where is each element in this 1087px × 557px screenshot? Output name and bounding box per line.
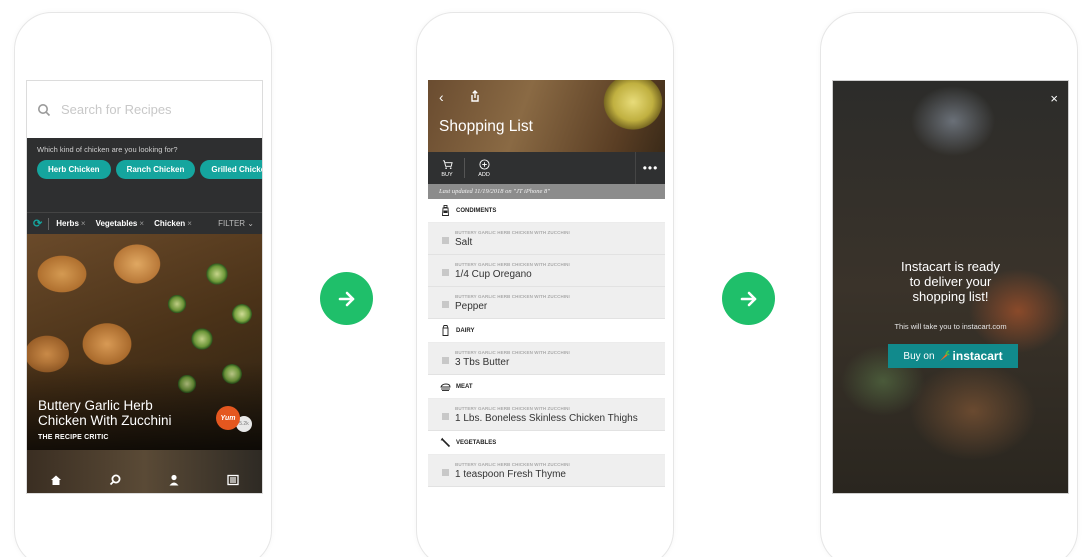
carrot-icon — [440, 437, 451, 448]
bottle-icon — [442, 205, 449, 216]
back-icon[interactable]: ‹ — [439, 89, 444, 105]
last-updated: Last updated 11/19/2018 on "JT iPhone 8" — [428, 184, 665, 199]
instacart-carrot-icon — [939, 350, 950, 361]
more-options-icon[interactable]: ••• — [635, 152, 665, 184]
list-icon[interactable] — [226, 473, 240, 487]
category-dairy: DAIRY — [428, 319, 665, 343]
chip-herb-chicken[interactable]: Herb Chicken — [37, 160, 111, 179]
next-arrow-button — [722, 272, 775, 325]
cart-icon — [442, 159, 453, 169]
item-recipe: BUTTERY GARLIC HERB CHICKEN WITH ZUCCHIN… — [455, 461, 570, 467]
close-icon[interactable]: × — [1050, 91, 1058, 106]
list-item[interactable]: BUTTERY GARLIC HERB CHICKEN WITH ZUCCHIN… — [428, 255, 665, 287]
arrow-right-icon — [338, 291, 354, 306]
milk-carton-icon — [442, 325, 449, 336]
instacart-handoff-screen: × Instacart is ready to deliver your sho… — [832, 80, 1069, 494]
search-input[interactable]: Search for Recipes — [61, 102, 172, 117]
buy-button[interactable]: BUY — [434, 159, 460, 178]
shopping-list-screen: ‹ Shopping List BUY ADD ••• Last updated… — [428, 80, 665, 494]
next-arrow-button — [320, 272, 373, 325]
bottom-nav — [27, 450, 262, 493]
list-item[interactable]: BUTTERY GARLIC HERB CHICKEN WITH ZUCCHIN… — [428, 287, 665, 319]
item-recipe: BUTTERY GARLIC HERB CHICKEN WITH ZUCCHIN… — [455, 261, 570, 267]
divider — [48, 217, 50, 230]
item-recipe: BUTTERY GARLIC HERB CHICKEN WITH ZUCCHIN… — [455, 229, 570, 235]
recipe-title: Buttery Garlic Herb Chicken With Zucchin… — [38, 398, 172, 428]
arrow-right-icon — [740, 291, 756, 306]
list-item[interactable]: BUTTERY GARLIC HERB CHICKEN WITH ZUCCHIN… — [428, 399, 665, 431]
list-item[interactable]: BUTTERY GARLIC HERB CHICKEN WITH ZUCCHIN… — [428, 343, 665, 375]
instacart-message: Instacart is ready to deliver your shopp… — [901, 259, 1000, 304]
item-name: Salt — [455, 236, 473, 248]
home-icon[interactable] — [49, 473, 63, 487]
item-checkbox[interactable] — [442, 269, 449, 276]
search-icon[interactable] — [108, 473, 122, 487]
recipe-card[interactable]: Buttery Garlic Herb Chicken With Zucchin… — [27, 234, 262, 452]
add-button[interactable]: ADD — [471, 158, 497, 178]
filter-tag-herbs[interactable]: Herbs × — [56, 219, 85, 228]
yum-button[interactable]: Yum — [216, 406, 240, 430]
meat-icon — [440, 383, 451, 391]
item-name: Pepper — [455, 300, 488, 312]
chip-ranch-chicken[interactable]: Ranch Chicken — [115, 160, 196, 179]
profile-icon[interactable] — [167, 473, 181, 487]
item-recipe: BUTTERY GARLIC HERB CHICKEN WITH ZUCCHIN… — [455, 405, 570, 411]
plus-circle-icon — [478, 158, 490, 170]
item-name: 1 teaspoon Fresh Thyme — [455, 468, 566, 480]
phone-frame-instacart: × Instacart is ready to deliver your sho… — [820, 12, 1078, 557]
suggestion-question: Which kind of chicken are you looking fo… — [37, 145, 178, 154]
item-checkbox[interactable] — [442, 237, 449, 244]
list-toolbar: BUY ADD ••• — [428, 152, 665, 184]
refresh-icon[interactable]: ⟳ — [33, 217, 42, 230]
instacart-subtext: This will take you to instacart.com — [894, 322, 1007, 331]
item-checkbox[interactable] — [442, 413, 449, 420]
category-vegetables: VEGETABLES — [428, 431, 665, 455]
filter-tag-chicken[interactable]: Chicken × — [154, 219, 192, 228]
share-icon[interactable] — [468, 89, 482, 103]
item-recipe: BUTTERY GARLIC HERB CHICKEN WITH ZUCCHIN… — [455, 349, 570, 355]
toolbar-divider — [464, 158, 465, 178]
filter-button[interactable]: FILTER ⌄ — [218, 219, 254, 228]
shopping-list-header: ‹ Shopping List — [428, 80, 665, 152]
filter-tag-vegetables[interactable]: Vegetables × — [96, 219, 144, 228]
recipe-search-screen: Search for Recipes Which kind of chicken… — [26, 80, 263, 494]
item-checkbox[interactable] — [442, 301, 449, 308]
list-item[interactable]: BUTTERY GARLIC HERB CHICKEN WITH ZUCCHIN… — [428, 455, 665, 487]
phone-frame-recipes: Search for Recipes Which kind of chicken… — [14, 12, 272, 557]
item-recipe: BUTTERY GARLIC HERB CHICKEN WITH ZUCCHIN… — [455, 293, 570, 299]
recipe-source: THE RECIPE CRITIC — [38, 434, 109, 441]
page-title: Shopping List — [439, 118, 533, 135]
search-bar[interactable]: Search for Recipes — [27, 81, 262, 138]
item-checkbox[interactable] — [442, 357, 449, 364]
item-name: 1 Lbs. Boneless Skinless Chicken Thighs — [455, 412, 638, 424]
item-checkbox[interactable] — [442, 469, 449, 476]
item-name: 1/4 Cup Oregano — [455, 268, 532, 280]
chip-grilled-chicken[interactable]: Grilled Chicke — [200, 160, 262, 179]
chicken-suggestions: Which kind of chicken are you looking fo… — [27, 138, 262, 212]
item-name: 3 Tbs Butter — [455, 356, 510, 368]
buy-on-instacart-button[interactable]: Buy on instacart — [888, 344, 1018, 368]
phone-frame-shopping-list: ‹ Shopping List BUY ADD ••• Last updated… — [416, 12, 674, 557]
chevron-down-icon: ⌄ — [247, 219, 254, 228]
list-item[interactable]: BUTTERY GARLIC HERB CHICKEN WITH ZUCCHIN… — [428, 223, 665, 255]
search-icon — [38, 103, 51, 116]
filter-bar: ⟳ Herbs × Vegetables × Chicken × FILTER ⌄ — [27, 212, 262, 234]
category-meat: MEAT — [428, 375, 665, 399]
category-condiments: CONDIMENTS — [428, 199, 665, 223]
